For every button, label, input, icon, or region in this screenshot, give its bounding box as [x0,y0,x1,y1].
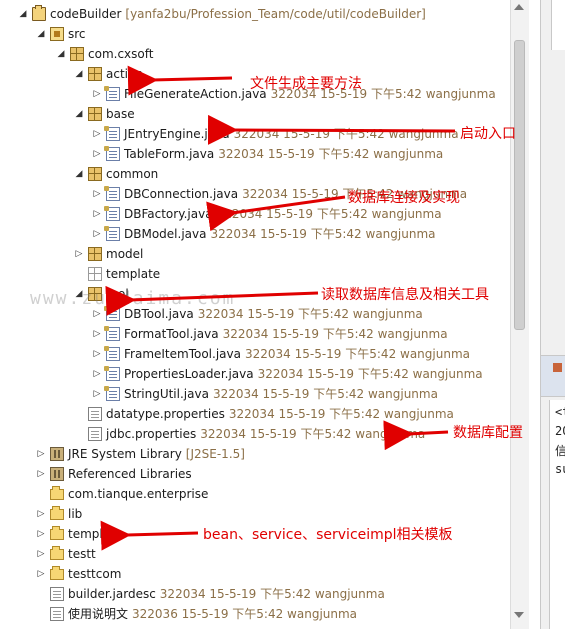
annotation-file-generate: 文件生成主要方法 [250,76,362,92]
arrow-to-action [127,65,233,96]
annotation-templates: bean、service、serviceimpl相关模板 [203,527,453,543]
annotation-entry: 启动入口 [460,126,516,142]
annotation-db-connection: 数据库连接及实现 [348,190,460,206]
annotation-db-tools: 读取数据库信息及相关工具 [321,287,489,303]
annotation-db-config: 数据库配置 [453,425,523,441]
arrow-to-jdbc [383,420,449,451]
arrow-to-template [100,520,199,551]
arrow-to-dbfactory [206,195,346,232]
arrow-to-jentryengine [207,114,456,145]
arrow-to-tool [105,285,319,316]
